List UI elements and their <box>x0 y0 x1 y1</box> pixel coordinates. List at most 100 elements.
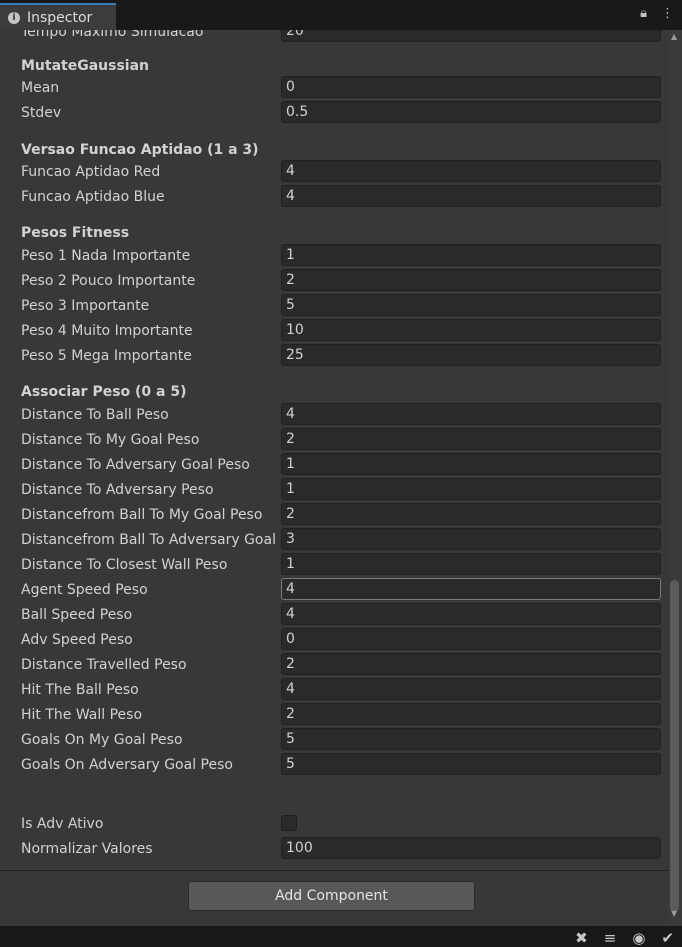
distance-to-my-goal-peso-field[interactable]: 2 <box>281 428 661 450</box>
scroll-down-arrow-icon[interactable]: ▼ <box>671 909 677 918</box>
property-label: Peso 1 Nada Importante <box>21 248 191 264</box>
property-row: Stdev 0.5 <box>0 101 668 126</box>
property-label: Funcao Aptidao Red <box>21 164 161 180</box>
property-label: Distance To Adversary Goal Peso <box>21 457 250 473</box>
peso-2-field[interactable]: 2 <box>281 269 661 291</box>
property-row: Ball Speed Peso 4 <box>0 603 668 628</box>
layers-icon[interactable]: ≡ <box>604 929 617 947</box>
distance-travelled-peso-field[interactable]: 2 <box>281 653 661 675</box>
property-label: Adv Speed Peso <box>21 632 133 648</box>
property-label: Peso 2 Pouco Importante <box>21 273 196 289</box>
scroll-up-arrow-icon[interactable]: ▲ <box>671 32 677 41</box>
property-label: Distancefrom Ball To My Goal Peso <box>21 507 263 523</box>
property-label: Distancefrom Ball To Adversary Goal Peso <box>21 532 277 548</box>
section-header: Versao Funcao Aptidao (1 a 3) <box>21 142 259 158</box>
add-component-button[interactable]: Add Component <box>188 881 475 911</box>
tab-tools: 🔒︎ ⋮ <box>640 6 674 21</box>
funcao-aptidao-red-field[interactable]: 4 <box>281 160 661 182</box>
property-label: Mean <box>21 80 60 96</box>
property-label: Tempo Maximo Simulacao <box>21 30 204 40</box>
property-row: Distancefrom Ball To My Goal Peso 2 <box>0 503 668 528</box>
peso-4-field[interactable]: 10 <box>281 319 661 341</box>
property-row: Distancefrom Ball To Adversary Goal Peso… <box>0 528 668 553</box>
normalizar-valores-field[interactable]: 100 <box>281 837 661 859</box>
property-label: Distance To My Goal Peso <box>21 432 200 448</box>
property-label: Ball Speed Peso <box>21 607 133 623</box>
section-header: MutateGaussian <box>21 58 150 74</box>
ball-speed-peso-field[interactable]: 4 <box>281 603 661 625</box>
kebab-menu-icon[interactable]: ⋮ <box>661 6 674 21</box>
property-row: Distance To Adversary Peso 1 <box>0 478 668 503</box>
property-row: Distance To Adversary Goal Peso 1 <box>0 453 668 478</box>
distancefrom-ball-to-my-goal-peso-field[interactable]: 2 <box>281 503 661 525</box>
property-row: Distance To My Goal Peso 2 <box>0 428 668 453</box>
goals-on-my-goal-peso-field[interactable]: 5 <box>281 728 661 750</box>
property-label: Distance To Closest Wall Peso <box>21 557 228 573</box>
property-row: Agent Speed Peso 4 <box>0 578 668 603</box>
tab-inspector[interactable]: i Inspector <box>0 3 116 30</box>
tab-bar: i Inspector 🔒︎ ⋮ <box>0 0 682 30</box>
property-row: Mean 0 <box>0 76 668 101</box>
distance-to-adversary-peso-field[interactable]: 1 <box>281 478 661 500</box>
section-header: Associar Peso (0 a 5) <box>21 384 187 400</box>
property-row: Funcao Aptidao Red 4 <box>0 160 668 185</box>
property-label: Stdev <box>21 105 62 121</box>
property-label: Peso 5 Mega Importante <box>21 348 192 364</box>
property-row: Goals On My Goal Peso 5 <box>0 728 668 753</box>
goals-on-adversary-goal-peso-field[interactable]: 5 <box>281 753 661 775</box>
is-adv-ativo-checkbox[interactable] <box>281 815 297 831</box>
distance-to-adversary-goal-peso-field[interactable]: 1 <box>281 453 661 475</box>
tempo-maximo-field[interactable]: 20 <box>281 30 661 42</box>
status-icons: ✖ ≡ ◉ ✔ <box>575 929 674 947</box>
distance-to-closest-wall-peso-field[interactable]: 1 <box>281 553 661 575</box>
peso-3-field[interactable]: 5 <box>281 294 661 316</box>
property-label: Goals On My Goal Peso <box>21 732 183 748</box>
section-header: Pesos Fitness <box>21 225 130 241</box>
property-row: Normalizar Valores 100 <box>0 837 668 862</box>
property-label: Goals On Adversary Goal Peso <box>21 757 233 773</box>
property-label: Peso 3 Importante <box>21 298 150 314</box>
property-row: Distance To Ball Peso 4 <box>0 403 668 428</box>
property-row: Peso 4 Muito Importante 10 <box>0 319 668 344</box>
distance-to-ball-peso-field[interactable]: 4 <box>281 403 661 425</box>
funcao-aptidao-blue-field[interactable]: 4 <box>281 185 661 207</box>
property-row: Peso 5 Mega Importante 25 <box>0 344 668 369</box>
tab-label: Inspector <box>27 9 93 26</box>
property-row: Distance Travelled Peso 2 <box>0 653 668 678</box>
property-label: Normalizar Valores <box>21 841 153 857</box>
property-row: Is Adv Ativo <box>0 812 668 837</box>
status-bar: ✖ ≡ ◉ ✔ <box>0 926 682 947</box>
check-circle-icon[interactable]: ✔ <box>661 929 674 947</box>
lock-icon[interactable]: 🔒︎ <box>640 6 647 21</box>
property-row: Goals On Adversary Goal Peso 5 <box>0 753 668 778</box>
peso-1-field[interactable]: 1 <box>281 244 661 266</box>
property-label: Hit The Wall Peso <box>21 707 143 723</box>
divider <box>0 870 668 871</box>
mean-field[interactable]: 0 <box>281 76 661 98</box>
property-row: Peso 1 Nada Importante 1 <box>0 244 668 269</box>
agent-speed-peso-field[interactable]: 4 <box>281 578 661 600</box>
adv-speed-peso-field[interactable]: 0 <box>281 628 661 650</box>
scrollbar[interactable]: ▲ ▼ <box>668 30 682 926</box>
lightbulb-icon[interactable]: ◉ <box>632 929 645 947</box>
property-label: Distance Travelled Peso <box>21 657 187 673</box>
property-label: Is Adv Ativo <box>21 816 104 832</box>
property-row: Distance To Closest Wall Peso 1 <box>0 553 668 578</box>
property-row: Peso 3 Importante 5 <box>0 294 668 319</box>
hit-the-ball-peso-field[interactable]: 4 <box>281 678 661 700</box>
hit-the-wall-peso-field[interactable]: 2 <box>281 703 661 725</box>
property-row: Funcao Aptidao Blue 4 <box>0 185 668 210</box>
property-row: Hit The Wall Peso 2 <box>0 703 668 728</box>
property-label: Distance To Adversary Peso <box>21 482 214 498</box>
scrollbar-thumb[interactable] <box>670 580 679 912</box>
property-label: Funcao Aptidao Blue <box>21 189 165 205</box>
stdev-field[interactable]: 0.5 <box>281 101 661 123</box>
property-row: Tempo Maximo Simulacao 20 <box>0 30 668 45</box>
property-row: Adv Speed Peso 0 <box>0 628 668 653</box>
inspector-content: Tempo Maximo Simulacao 20 MutateGaussian… <box>0 30 668 872</box>
property-label: Agent Speed Peso <box>21 582 148 598</box>
peso-5-field[interactable]: 25 <box>281 344 661 366</box>
property-label: Distance To Ball Peso <box>21 407 169 423</box>
distancefrom-ball-to-adversary-goal-peso-field[interactable]: 3 <box>281 528 661 550</box>
bug-icon[interactable]: ✖ <box>575 929 588 947</box>
